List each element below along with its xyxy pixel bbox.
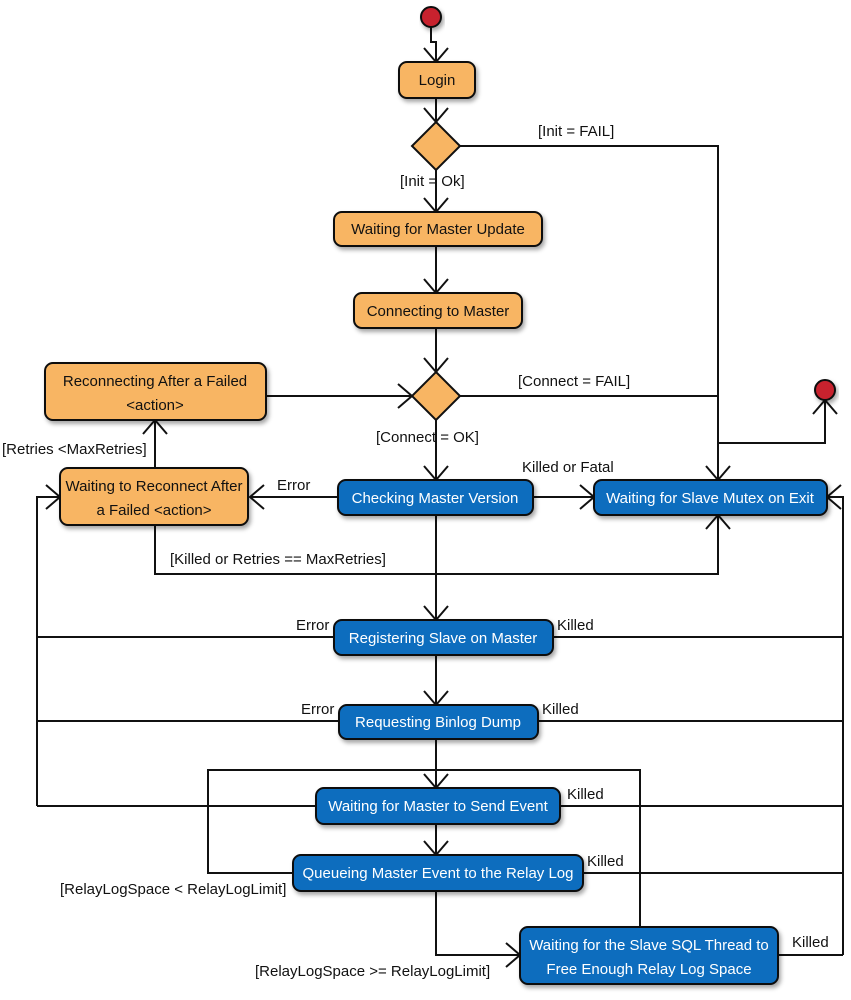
node-waiting-slave-mutex: Waiting for Slave Mutex on Exit [593, 479, 828, 516]
node-label: Registering Slave on Master [349, 630, 537, 647]
node-label: Checking Master Version [352, 490, 519, 507]
node-registering-slave: Registering Slave on Master [333, 619, 554, 656]
guard-killed-queueing: Killed [587, 853, 624, 870]
node-label: Connecting to Master [367, 303, 510, 320]
node-label: Requesting Binlog Dump [355, 714, 521, 731]
wire-to-end [718, 400, 826, 444]
node-label: Waiting for Master to Send Event [328, 798, 548, 815]
decision-init [410, 120, 462, 172]
guard-error-requesting: Error [301, 701, 334, 718]
node-label: Free Enough Relay Log Space [546, 961, 751, 978]
guard-error-registering: Error [296, 617, 329, 634]
node-waiting-reconnect: Waiting to Reconnect After a Failed <act… [59, 467, 249, 526]
node-label: Waiting for Master Update [351, 221, 525, 238]
guard-error-checking: Error [277, 477, 310, 494]
guard-connect-fail: [Connect = FAIL] [518, 373, 630, 390]
node-waiting-master-send: Waiting for Master to Send Event [315, 787, 561, 825]
node-login: Login [398, 61, 476, 99]
start-node [420, 6, 442, 28]
guard-relay-lt: [RelayLogSpace < RelayLogLimit] [60, 881, 286, 898]
guard-relay-ge: [RelayLogSpace >= RelayLogLimit] [255, 963, 490, 980]
node-waiting-sql-thread: Waiting for the Slave SQL Thread to Free… [519, 926, 779, 985]
guard-init-fail: [Init = FAIL] [538, 123, 614, 140]
guard-killed-or-retries: [Killed or Retries == MaxRetries] [170, 551, 386, 568]
node-label: Queueing Master Event to the Relay Log [303, 865, 574, 882]
decision-connect [410, 370, 462, 422]
node-checking-master-version: Checking Master Version [337, 479, 534, 516]
node-label: Waiting for the Slave SQL Thread to [529, 937, 769, 954]
node-reconnecting-failed: Reconnecting After a Failed <action> [44, 362, 267, 421]
node-label: <action> [126, 397, 184, 414]
guard-killed-registering: Killed [557, 617, 594, 634]
state-diagram: Login Waiting for Master Update Connecti… [2, 6, 844, 985]
guard-killed-or-fatal: Killed or Fatal [522, 459, 614, 476]
guard-killed-waiting-send: Killed [567, 786, 604, 803]
node-label: a Failed <action> [96, 502, 211, 519]
node-requesting-binlog: Requesting Binlog Dump [338, 704, 539, 740]
node-waiting-master-update: Waiting for Master Update [333, 211, 543, 247]
guard-killed-sql-thread: Killed [792, 934, 829, 951]
guard-connect-ok: [Connect = OK] [376, 429, 479, 446]
end-node [814, 379, 836, 401]
node-label: Login [419, 72, 456, 89]
guard-killed-requesting: Killed [542, 701, 579, 718]
node-label: Waiting to Reconnect After [65, 478, 242, 495]
node-label: Reconnecting After a Failed [63, 373, 247, 390]
wire-right-bus [827, 496, 844, 955]
guard-retries-lt: [Retries <MaxRetries] [2, 441, 147, 458]
node-queueing-master-event: Queueing Master Event to the Relay Log [292, 854, 584, 892]
node-label: Waiting for Slave Mutex on Exit [606, 490, 815, 507]
node-connecting-master: Connecting to Master [353, 292, 523, 329]
wire-left-loop [36, 496, 60, 806]
guard-init-ok: [Init = Ok] [400, 173, 465, 190]
